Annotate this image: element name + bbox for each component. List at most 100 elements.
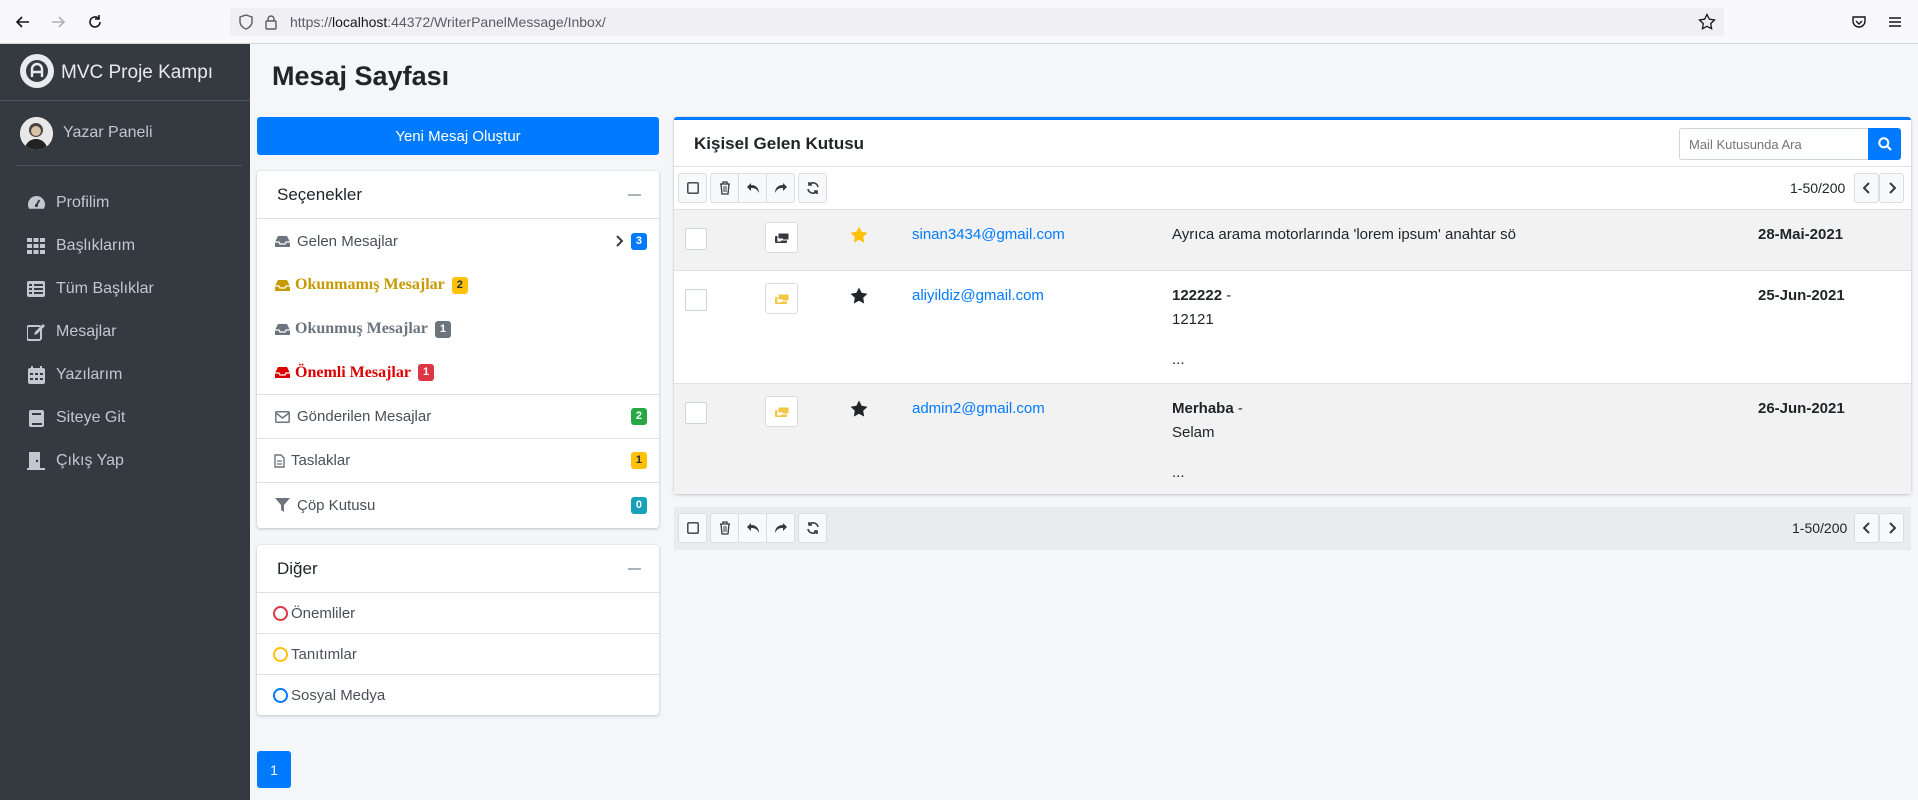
pocket-icon[interactable] xyxy=(1848,11,1870,33)
grid-icon xyxy=(26,237,46,255)
sidebar-item-headings[interactable]: Başlıklarım xyxy=(26,231,236,261)
trash-count-badge: 0 xyxy=(630,496,647,514)
trash-icon xyxy=(719,181,730,195)
folder-important[interactable]: Önemli Mesajlar 1 xyxy=(257,351,659,395)
select-all-button[interactable] xyxy=(678,173,707,203)
delete-button[interactable] xyxy=(710,513,739,543)
mail-ellipsis: ... xyxy=(1172,351,1185,368)
list-icon xyxy=(26,280,46,298)
browser-toolbar: https://localhost:44372/WriterPanelMessa… xyxy=(0,0,1918,44)
mail-sender[interactable]: sinan3434@gmail.com xyxy=(912,226,1065,243)
pagination-page-1[interactable]: 1 xyxy=(257,751,291,788)
folder-unread[interactable]: Okunmamış Mesajlar 2 xyxy=(257,263,659,307)
chevron-right-icon xyxy=(616,235,623,247)
folder-label: Okunmamış Mesajlar xyxy=(295,276,445,293)
shield-icon[interactable] xyxy=(238,14,254,30)
mail-subject-text: 12121 xyxy=(1172,311,1214,328)
folder-label: Gönderilen Mesajlar xyxy=(297,408,432,425)
reply-button[interactable] xyxy=(738,173,767,203)
url-bar[interactable]: https://localhost:44372/WriterPanelMessa… xyxy=(230,8,1724,36)
sidebar-item-logout[interactable]: Çıkış Yap xyxy=(26,446,236,476)
label-social[interactable]: Sosyal Medya xyxy=(257,675,659,716)
table-row[interactable]: sinan3434@gmail.com Ayrıca arama motorla… xyxy=(674,209,1911,270)
sidebar: MVC Proje Kampı Yazar Paneli Profilim Ba… xyxy=(0,44,250,800)
sidebar-item-all-headings[interactable]: Tüm Başlıklar xyxy=(26,274,236,304)
user-panel[interactable]: Yazar Paneli xyxy=(16,102,242,166)
table-row[interactable]: admin2@gmail.com Merhaba - Selam ... 26-… xyxy=(674,383,1911,494)
collapse-icon[interactable] xyxy=(628,568,641,570)
reload-icon[interactable] xyxy=(84,11,106,33)
mail-subject[interactable]: 122222 - 12121 ... xyxy=(1172,284,1231,372)
mail-date: 28-Mai-2021 xyxy=(1758,226,1844,243)
next-page-button[interactable] xyxy=(1879,513,1904,543)
attachment-icon[interactable] xyxy=(765,396,798,427)
folder-drafts[interactable]: Taslaklar 1 xyxy=(257,439,659,483)
folder-inbox[interactable]: Gelen Mesajlar 3 xyxy=(257,219,659,263)
label-promotions[interactable]: Tanıtımlar xyxy=(257,634,659,675)
star-icon[interactable] xyxy=(849,399,869,419)
mail-subject[interactable]: Merhaba - Selam ... xyxy=(1172,397,1243,485)
sidebar-item-label: Çıkış Yap xyxy=(56,452,124,469)
menu-icon[interactable] xyxy=(1884,11,1906,33)
mail-sender[interactable]: admin2@gmail.com xyxy=(912,400,1045,417)
next-page-button[interactable] xyxy=(1879,173,1904,203)
back-icon[interactable] xyxy=(12,11,34,33)
other-card: Diğer Önemliler Tanıtımlar Sosyal Medya xyxy=(257,545,659,715)
row-checkbox[interactable] xyxy=(685,402,707,424)
sync-icon xyxy=(806,522,819,534)
brand-logo-icon xyxy=(20,54,54,88)
delete-button[interactable] xyxy=(710,173,739,203)
square-icon xyxy=(686,522,699,534)
table-row[interactable]: aliyildiz@gmail.com 122222 - 12121 ... 2… xyxy=(674,270,1911,383)
sidebar-item-label: Siteye Git xyxy=(56,409,126,426)
prev-page-button[interactable] xyxy=(1854,513,1879,543)
label-important[interactable]: Önemliler xyxy=(257,593,659,634)
circle-icon xyxy=(273,688,288,703)
star-icon[interactable] xyxy=(849,225,869,245)
collapse-icon[interactable] xyxy=(628,194,641,196)
mail-ellipsis: ... xyxy=(1172,464,1185,481)
reply-button[interactable] xyxy=(738,513,767,543)
mail-toolbar-bottom: 1-50/200 xyxy=(674,507,1911,550)
mail-subject-separator: - xyxy=(1222,287,1232,304)
select-all-button[interactable] xyxy=(678,513,707,543)
folder-trash[interactable]: Çöp Kutusu 0 xyxy=(257,483,659,527)
folder-sent[interactable]: Gönderilen Mesajlar 2 xyxy=(257,395,659,439)
pager-text: 1-50/200 xyxy=(1792,520,1848,536)
mail-subject-text: Ayrıca arama motorlarında 'lorem ipsum' … xyxy=(1172,226,1516,243)
bookmark-star-icon[interactable] xyxy=(1698,13,1716,31)
chevron-right-icon xyxy=(1888,182,1896,194)
refresh-button[interactable] xyxy=(798,173,827,203)
sidebar-item-label: Mesajlar xyxy=(56,323,117,340)
brand[interactable]: MVC Proje Kampı xyxy=(0,44,250,101)
star-icon[interactable] xyxy=(849,286,869,306)
mail-sender[interactable]: aliyildiz@gmail.com xyxy=(912,287,1044,304)
search-button[interactable] xyxy=(1868,128,1901,160)
attachment-icon[interactable] xyxy=(765,283,798,314)
forward-button[interactable] xyxy=(766,173,795,203)
attachment-icon[interactable] xyxy=(765,222,798,253)
inbox-icon xyxy=(273,233,291,249)
sidebar-item-go-site[interactable]: Siteye Git xyxy=(26,403,236,433)
sidebar-item-messages[interactable]: Mesajlar xyxy=(26,317,236,347)
chevron-right-icon xyxy=(1888,522,1896,534)
sidebar-item-profile[interactable]: Profilim xyxy=(26,188,236,218)
lock-icon[interactable] xyxy=(264,14,278,30)
forward-icon[interactable] xyxy=(47,11,69,33)
sidebar-item-label: Profilim xyxy=(56,194,110,211)
row-checkbox[interactable] xyxy=(685,289,707,311)
envelope-icon xyxy=(273,409,291,425)
refresh-button[interactable] xyxy=(798,513,827,543)
prev-page-button[interactable] xyxy=(1854,173,1879,203)
sidebar-item-label: Başlıklarım xyxy=(56,237,136,254)
mail-subject[interactable]: Ayrıca arama motorlarında 'lorem ipsum' … xyxy=(1172,223,1516,247)
search-input[interactable] xyxy=(1679,128,1869,160)
label-text: Sosyal Medya xyxy=(291,687,386,704)
brand-text: MVC Proje Kampı xyxy=(61,62,214,83)
sidebar-item-posts[interactable]: Yazılarım xyxy=(26,360,236,390)
pager-text: 1-50/200 xyxy=(1790,180,1846,196)
row-checkbox[interactable] xyxy=(685,228,707,250)
folder-read[interactable]: Okunmuş Mesajlar 1 xyxy=(257,307,659,351)
forward-button[interactable] xyxy=(766,513,795,543)
new-message-button[interactable]: Yeni Mesaj Oluştur xyxy=(257,117,659,155)
